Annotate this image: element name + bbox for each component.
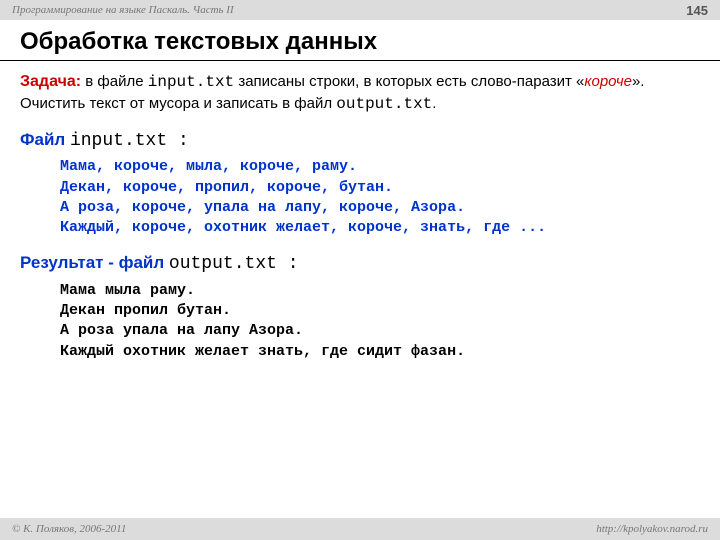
input-colon: : <box>167 131 189 151</box>
task-text-2: записаны строки, в которых есть слово-па… <box>234 73 584 90</box>
input-file-label: Файл input.txt : <box>20 129 700 153</box>
input-line-2: А роза, короче, упала на лапу, короче, А… <box>60 199 465 216</box>
input-line-1: Декан, короче, пропил, короче, бутан. <box>60 179 393 196</box>
task-text-1: в файле <box>81 73 148 90</box>
task-text-4: . <box>432 95 436 112</box>
output-listing: Мама мыла раму. Декан пропил бутан. А ро… <box>20 281 700 362</box>
input-filename: input.txt <box>70 131 167 151</box>
output-line-1: Декан пропил бутан. <box>60 302 231 319</box>
input-line-3: Каждый, короче, охотник желает, короче, … <box>60 219 546 236</box>
footer-url: http://kpolyakov.narod.ru <box>596 523 708 535</box>
task-block: Задача: в файле input.txt записаны строк… <box>20 71 700 115</box>
page-title: Обработка текстовых данных <box>0 20 720 61</box>
output-filename: output.txt <box>169 254 277 274</box>
course-title: Программирование на языке Паскаль. Часть… <box>12 4 234 16</box>
output-file-label: Результат - файл output.txt : <box>20 252 700 276</box>
output-colon: : <box>277 254 299 274</box>
content: Задача: в файле input.txt записаны строк… <box>0 71 720 362</box>
output-line-2: А роза упала на лапу Азора. <box>60 322 303 339</box>
output-line-0: Мама мыла раму. <box>60 282 195 299</box>
output-line-3: Каждый охотник желает знать, где сидит ф… <box>60 343 465 360</box>
header-bar: Программирование на языке Паскаль. Часть… <box>0 0 720 20</box>
output-label-text: Результат - файл <box>20 253 169 272</box>
input-line-0: Мама, короче, мыла, короче, раму. <box>60 158 357 175</box>
input-label-text: Файл <box>20 130 70 149</box>
task-label: Задача: <box>20 73 81 90</box>
task-parasite: короче <box>584 73 632 90</box>
input-listing: Мама, короче, мыла, короче, раму. Декан,… <box>20 157 700 238</box>
footer-bar: © К. Поляков, 2006-2011 http://kpolyakov… <box>0 518 720 540</box>
copyright: © К. Поляков, 2006-2011 <box>12 523 126 535</box>
task-file-in: input.txt <box>148 73 234 91</box>
task-file-out: output.txt <box>336 95 432 113</box>
page-number: 145 <box>686 3 708 18</box>
